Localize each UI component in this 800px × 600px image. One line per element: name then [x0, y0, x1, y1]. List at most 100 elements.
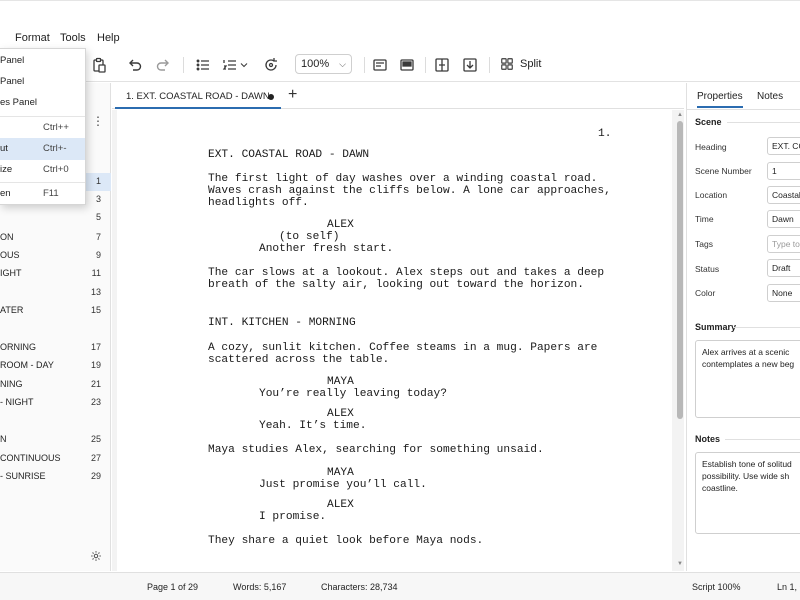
scene-list-item-page: 21 [90, 379, 101, 389]
menu-item-zoom-in[interactable]: Ctrl++ [0, 117, 85, 139]
scene-list-item[interactable]: 13 [0, 284, 111, 302]
scene-list-item-page: 29 [90, 471, 101, 481]
view-menu-dropdown: Panel Panel es Panel Ctrl++ ut Ctrl+- ize… [0, 48, 86, 205]
scene-list-item-page: 27 [90, 453, 101, 463]
menu-item-panel-1[interactable]: Panel [0, 50, 85, 72]
scroll-down-icon[interactable]: ▼ [677, 561, 683, 567]
character-name: ALEX [327, 408, 354, 420]
color-select[interactable]: None [767, 284, 800, 302]
scene-list-item-label: N [0, 434, 7, 444]
scene-list-item-label: OUS [0, 250, 20, 260]
menu-item-full-screen[interactable]: en F11 [0, 183, 85, 205]
time-select[interactable]: Dawn [767, 210, 800, 228]
tab-title: 1. EXT. COASTAL ROAD - DAWN [126, 91, 270, 102]
tab-properties[interactable]: Properties [697, 91, 743, 108]
scene-list-item[interactable]: - NIGHT 23 [0, 394, 111, 412]
scene-list-item[interactable]: ON 7 [0, 229, 111, 247]
notes-line: Establish tone of solitud [702, 459, 792, 469]
scene-list-item[interactable]: ORNING 17 [0, 339, 111, 357]
summary-line: Alex arrives at a scenic [702, 347, 790, 357]
tab-notes[interactable]: Notes [757, 91, 783, 102]
parenthetical: (to self) [279, 231, 340, 243]
script-zoom: Script 100% [692, 582, 741, 592]
scene-list-item[interactable]: NING 21 [0, 376, 111, 394]
scroll-up-icon[interactable]: ▲ [677, 112, 683, 118]
insert-below-icon[interactable] [460, 55, 480, 75]
page-number: 1. [598, 128, 612, 140]
heading-field[interactable]: EXT. COASTAL ROAD - DAWN [767, 137, 800, 155]
scene-list-item-page: 17 [90, 342, 101, 352]
scene-list-item[interactable]: - SUNRISE 29 [0, 468, 111, 486]
sync-icon[interactable] [261, 55, 281, 75]
bullet-list-icon[interactable] [193, 55, 213, 75]
time-label: Time [695, 214, 714, 224]
menu-item-notes-panel[interactable]: es Panel [0, 92, 85, 114]
split-label: Split [520, 58, 542, 70]
action-line: The car slows at a lookout. Alex steps o… [208, 267, 605, 279]
section-divider [733, 327, 800, 328]
scene-list-item-page: 5 [95, 212, 101, 222]
dialogue: You’re really leaving today? [259, 388, 447, 400]
menu-item-label: ut [0, 143, 8, 154]
insert-column-icon[interactable] [432, 55, 452, 75]
scene-list-item[interactable]: IGHT 11 [0, 265, 111, 283]
preview-icon[interactable] [397, 55, 417, 75]
section-divider [727, 122, 800, 123]
paste-icon[interactable] [89, 55, 109, 75]
summary-textarea[interactable]: Alex arrives at a scenic contemplates a … [695, 340, 800, 418]
tab-scene-1[interactable]: 1. EXT. COASTAL ROAD - DAWN [115, 83, 281, 109]
scene-list-item[interactable]: ROOM - DAY 19 [0, 357, 111, 375]
menu-item-zoom-out[interactable]: ut Ctrl+- [0, 138, 85, 160]
scene-list-item[interactable]: ATER 15 [0, 302, 111, 320]
character-count: Characters: 28,734 [321, 582, 398, 592]
action-line: A cozy, sunlit kitchen. Coffee steams in… [208, 342, 598, 354]
scene-list-item[interactable]: 5 [0, 209, 111, 227]
tags-input[interactable]: Type to add tags [767, 235, 800, 253]
location-field[interactable]: Coastal Road [767, 186, 800, 204]
action-line: headlights off. [208, 197, 309, 209]
heading-label: Heading [695, 142, 727, 152]
scene-list-item-label: ROOM - DAY [0, 360, 54, 370]
scene-list-item-label: IGHT [0, 268, 22, 278]
character-name: ALEX [327, 219, 354, 231]
dialogue: I promise. [259, 511, 327, 523]
script-page[interactable]: 1. EXT. COASTAL ROAD - DAWN The first li… [117, 110, 672, 571]
scene-list-item[interactable]: OUS 9 [0, 247, 111, 265]
add-tab-icon[interactable]: + [288, 86, 297, 104]
scene-number-field[interactable]: 1 [767, 162, 800, 180]
more-options-icon[interactable]: ⋮ [92, 114, 104, 128]
action-line: Maya studies Alex, searching for somethi… [208, 444, 544, 456]
menu-item-shortcut: Ctrl+- [43, 143, 67, 154]
character-name: MAYA [327, 376, 354, 388]
status-select[interactable]: Draft [767, 259, 800, 277]
undo-icon[interactable] [125, 55, 145, 75]
location-label: Location [695, 190, 728, 200]
menu-item-actual-size[interactable]: ize Ctrl+0 [0, 159, 85, 181]
status-bar: Page 1 of 29 Words: 5,167 Characters: 28… [0, 572, 800, 600]
chevron-down-icon[interactable] [238, 55, 250, 75]
split-icon [501, 58, 513, 70]
zoom-select[interactable]: 100% ⌵ [295, 54, 352, 74]
scene-list-item-page: 23 [90, 397, 101, 407]
scene-card-icon[interactable] [370, 55, 390, 75]
menu-format[interactable]: Format [15, 32, 50, 44]
scene-list-item[interactable]: CONTINUOUS 27 [0, 450, 111, 468]
menu-tools[interactable]: Tools [60, 32, 86, 44]
scene-list-item-label: CONTINUOUS [0, 453, 61, 463]
notes-textarea[interactable]: Establish tone of solitud possibility. U… [695, 452, 800, 534]
scene-list-item-label: ORNING [0, 342, 36, 352]
split-button[interactable]: Split [500, 55, 541, 73]
menu-item-label: Panel [0, 76, 25, 87]
menu-help[interactable]: Help [97, 32, 120, 44]
scrollbar-thumb[interactable] [677, 121, 683, 419]
scene-list-item-page: 11 [91, 268, 101, 278]
scene-list-item[interactable]: N 25 [0, 431, 111, 449]
redo-icon[interactable] [153, 55, 173, 75]
menu-item-panel-2[interactable]: Panel [0, 71, 85, 93]
scene-list-item-page: 19 [90, 360, 101, 370]
unsaved-dot-icon[interactable] [268, 94, 274, 100]
numbered-list-icon[interactable] [220, 55, 240, 75]
gear-icon[interactable] [90, 550, 104, 564]
scene-list-item-page: 7 [95, 232, 101, 242]
menu-item-label: en [0, 188, 11, 199]
